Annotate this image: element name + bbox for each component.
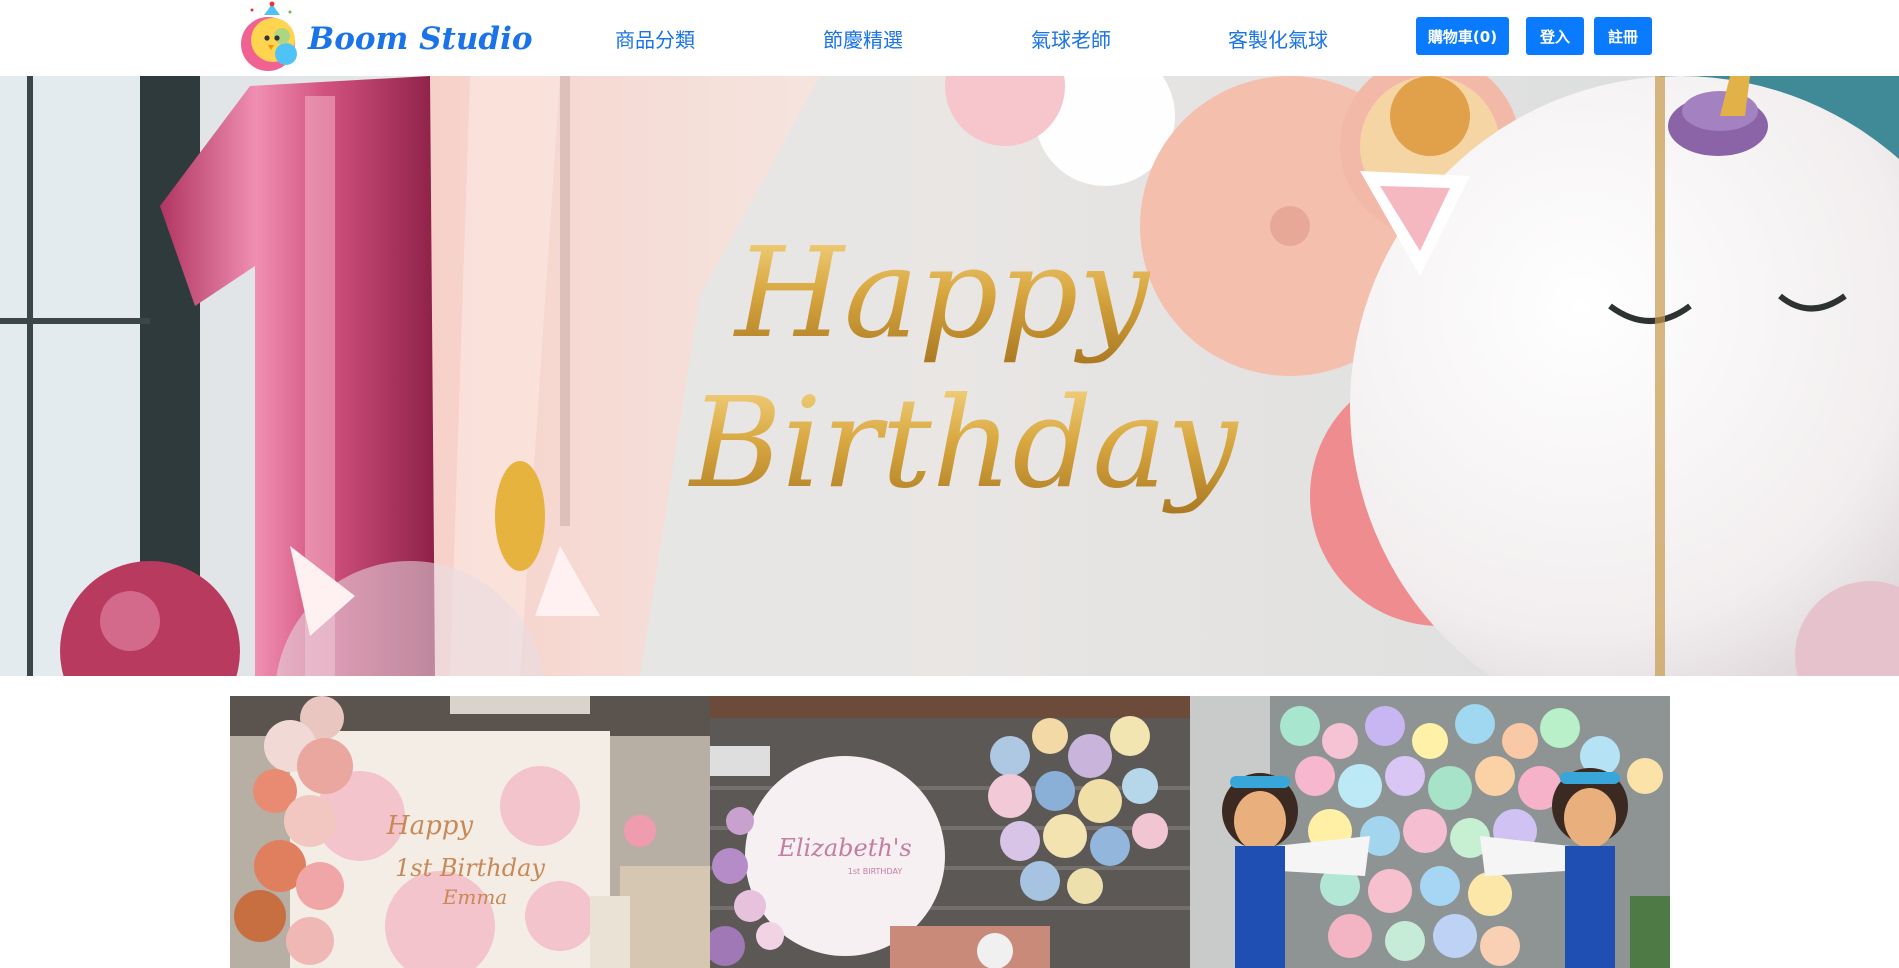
cart-button[interactable]: 購物車(0) [1416, 17, 1509, 55]
gallery-image-balloon-wall-figures[interactable] [1190, 696, 1670, 968]
nav-product-categories[interactable]: 商品分類 [615, 24, 695, 53]
register-button[interactable]: 註冊 [1594, 17, 1652, 55]
hero-banner-image: Happy Birthday [0, 76, 1899, 676]
gallery-1-line2: 1st Birthday [395, 854, 545, 882]
brand-name: Boom Studio [308, 21, 533, 57]
hero-banner-line1: Happy [733, 221, 1151, 366]
nav-balloon-teachers[interactable]: 氣球老師 [1031, 24, 1111, 53]
gallery-image-emma-birthday[interactable]: Happy 1st Birthday Emma [230, 696, 710, 968]
gallery-image-elizabeth-birthday[interactable]: Elizabeth's 1st BIRTHDAY [710, 696, 1190, 968]
nav-festival-picks[interactable]: 節慶精選 [823, 24, 903, 53]
gallery-1-line3: Emma [442, 885, 507, 909]
chick-balloon-logo-icon [238, 0, 304, 76]
nav-custom-balloons[interactable]: 客製化氣球 [1228, 24, 1328, 53]
gallery-row: Happy 1st Birthday Emma Elizabeth's 1st … [230, 696, 1670, 968]
gallery-2-line1: Elizabeth's [777, 834, 911, 862]
login-button[interactable]: 登入 [1526, 17, 1584, 55]
brand-logo[interactable]: Boom Studio [238, 0, 533, 76]
gallery-1-line1: Happy [386, 811, 473, 841]
gallery-2-line2: 1st BIRTHDAY [848, 867, 903, 876]
site-header: Boom Studio 商品分類 節慶精選 氣球老師 客製化氣球 購物車(0) … [0, 0, 1899, 76]
hero-banner-line2: Birthday [688, 371, 1239, 516]
